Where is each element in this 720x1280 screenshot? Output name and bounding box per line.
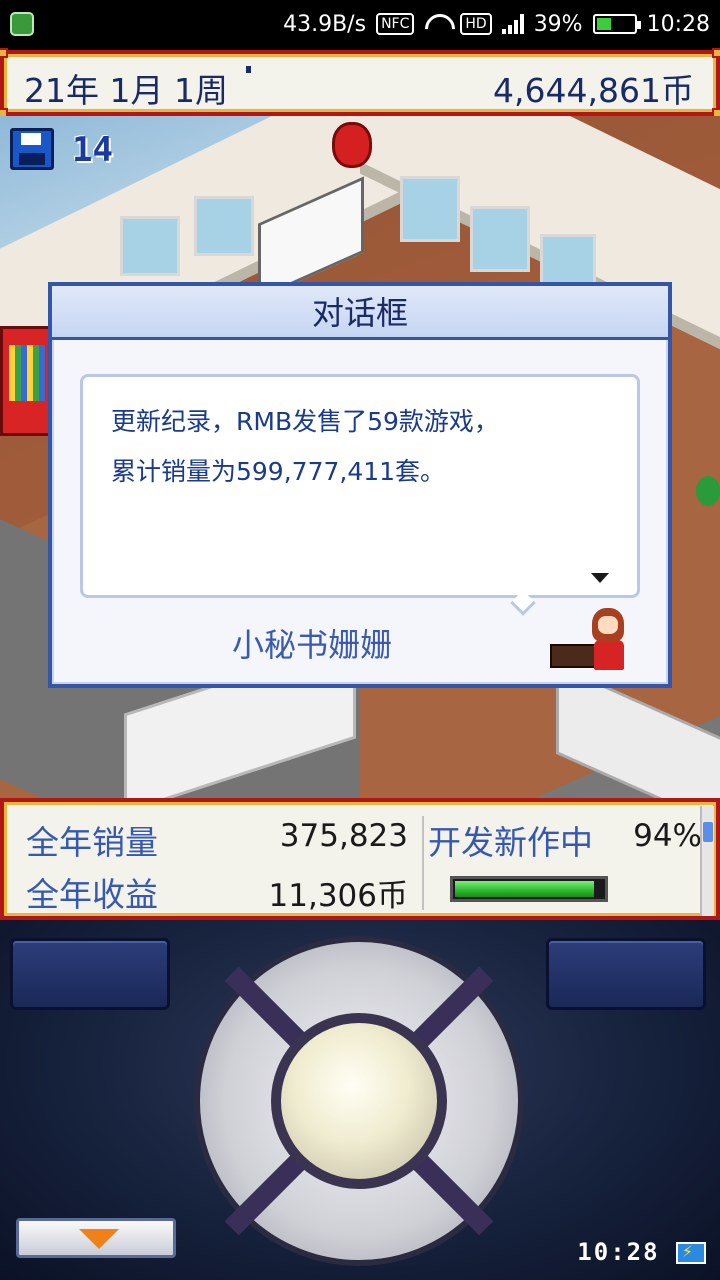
charging-icon — [676, 1241, 706, 1264]
frame-corner — [0, 48, 8, 58]
save-count: 14 — [72, 130, 113, 170]
stats-scrollbar[interactable] — [700, 806, 714, 916]
app-notification-icon — [10, 12, 34, 36]
speaker-name: 小秘书姗姗 — [231, 626, 392, 664]
stats-panel: 全年销量 375,823 全年收益 11,306币 开发新作中 94% — [0, 798, 720, 920]
nfc-icon: NFC — [376, 13, 415, 35]
scrollbar-thumb[interactable] — [703, 822, 713, 842]
office-window — [400, 176, 460, 242]
vending-machine — [0, 326, 54, 436]
status-time: 10:28 — [646, 11, 710, 37]
dpad[interactable] — [194, 936, 524, 1266]
menu-button[interactable] — [16, 1218, 176, 1258]
plant-icon — [696, 476, 720, 506]
status-bar: 43.9B/s NFC HD 39% 10:28 — [0, 0, 720, 48]
floppy-disk-icon[interactable] — [10, 128, 54, 170]
controller-pad: 10:28 — [0, 920, 720, 1280]
office-window — [470, 206, 530, 272]
annual-revenue-label: 全年收益 — [26, 875, 158, 914]
dev-status-label: 开发新作中 — [428, 823, 593, 862]
clock-time: 10:28 — [577, 1238, 660, 1266]
date-marker — [246, 66, 251, 73]
wifi-icon — [424, 14, 450, 34]
dialog-message-line: 累计销量为599,777,411套。 — [111, 457, 446, 486]
battery-icon — [592, 14, 641, 34]
annual-sales-label: 全年销量 — [26, 823, 158, 862]
dpad-center-button[interactable] — [271, 1013, 447, 1189]
continue-arrow-icon — [591, 573, 609, 583]
dialog-message-line: 更新纪录，RMB发售了59款游戏， — [111, 407, 499, 436]
left-shoulder-button[interactable] — [10, 938, 170, 1010]
game-date: 21年 1月 1周 — [24, 71, 228, 110]
annual-sales-value: 375,823 — [279, 818, 408, 854]
down-arrow-icon — [79, 1229, 119, 1249]
network-speed: 43.9B/s — [283, 11, 367, 37]
battery-percent: 39% — [533, 11, 583, 37]
office-window — [194, 196, 254, 256]
secretary-avatar — [550, 608, 630, 674]
dialog-message-box[interactable]: 更新纪录，RMB发售了59款游戏， 累计销量为599,777,411套。 — [80, 374, 640, 598]
dev-progress-percent: 94% — [633, 818, 702, 854]
red-lantern-icon — [332, 122, 372, 168]
money-counter: 4,644,861币 — [493, 71, 694, 110]
annual-revenue-value: 11,306币 — [268, 878, 408, 914]
right-shoulder-button[interactable] — [546, 938, 706, 1010]
stats-divider — [422, 816, 424, 910]
status-bar-right: 43.9B/s NFC HD 39% 10:28 — [283, 0, 710, 48]
dev-progress-fill — [455, 881, 595, 897]
office-window — [120, 216, 180, 276]
dev-progress-bar — [450, 876, 608, 902]
game-clock: 10:28 — [577, 1238, 706, 1266]
signal-icon — [501, 14, 524, 34]
top-hud: 21年 1月 1周 4,644,861币 — [0, 48, 720, 118]
frame-corner — [712, 48, 720, 58]
hd-icon: HD — [460, 13, 492, 35]
dialog-title: 对话框 — [52, 286, 668, 340]
dialog-window[interactable]: 对话框 更新纪录，RMB发售了59款游戏， 累计销量为599,777,411套。… — [48, 282, 672, 688]
